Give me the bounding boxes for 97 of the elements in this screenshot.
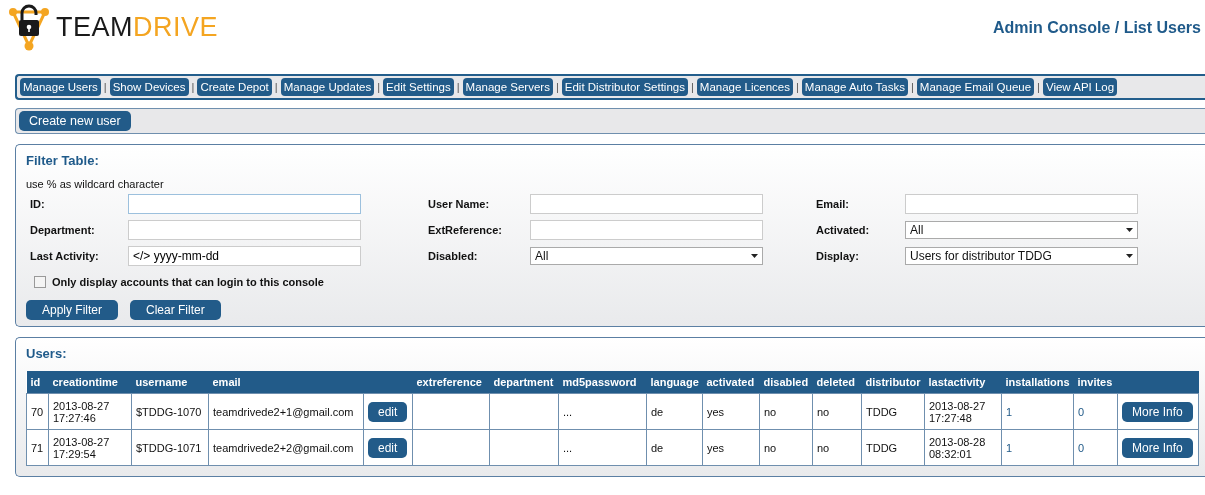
hint-text: use % as wildcard character xyxy=(26,178,165,190)
more-info-button[interactable]: More Info xyxy=(1122,437,1193,458)
text-field[interactable] xyxy=(128,194,361,214)
field-label: Email: xyxy=(816,198,850,210)
nav-button[interactable]: Create Depot xyxy=(197,78,272,96)
table-cell: yes xyxy=(702,393,760,430)
table-cell: teamdrivede2+1@gmail.com xyxy=(208,393,364,430)
dropdown[interactable]: All xyxy=(530,247,763,265)
table-cell: yes xyxy=(702,429,760,466)
panel-title: Users: xyxy=(26,346,68,361)
field-label: Display: xyxy=(816,250,860,262)
nav-button[interactable]: Manage Auto Tasks xyxy=(801,78,908,96)
count-link[interactable]: 1 xyxy=(1006,405,1013,418)
nav-button[interactable]: Manage Licences xyxy=(696,78,793,96)
separator: | xyxy=(377,81,381,93)
column-header: disabled xyxy=(759,371,813,394)
more-info-button[interactable]: More Info xyxy=(1122,401,1193,422)
nav-button[interactable]: Manage Users xyxy=(20,78,101,96)
nav-button[interactable]: Manage Updates xyxy=(280,78,375,96)
column-header: invites xyxy=(1073,371,1118,394)
column-header: email xyxy=(208,371,364,394)
table-cell: 71 xyxy=(26,429,49,466)
apply-filter-button[interactable]: Apply Filter xyxy=(26,300,119,320)
count-link[interactable]: 0 xyxy=(1078,405,1085,418)
field-label: Activated: xyxy=(816,224,871,236)
caret-icon xyxy=(751,254,758,258)
panel-title: Filter Table: xyxy=(26,153,100,168)
separator: | xyxy=(911,81,914,93)
separator: | xyxy=(690,81,694,93)
table-cell: no xyxy=(759,393,813,430)
separator: | xyxy=(795,81,799,93)
table-cell: $TDDG-1070 xyxy=(131,393,209,430)
column-header: extreference xyxy=(412,371,490,394)
table-cell: de xyxy=(646,429,703,466)
text-field[interactable]: </> yyyy-mm-dd xyxy=(128,246,361,266)
field-label: User Name: xyxy=(428,198,491,210)
nav-button[interactable]: Show Devices xyxy=(109,78,189,96)
nav-button[interactable]: Edit Settings xyxy=(383,78,454,96)
edit-button[interactable]: edit xyxy=(368,437,408,458)
table-cell: teamdrivede2+2@gmail.com xyxy=(208,429,364,466)
edit-button[interactable]: edit xyxy=(368,401,408,422)
table-cell: $TDDG-1071 xyxy=(131,429,209,466)
table-cell: TDDG xyxy=(861,393,925,430)
table-cell: ... xyxy=(558,393,647,430)
caret-icon xyxy=(1126,228,1133,232)
table-cell: 2013-08-27 17:27:46 xyxy=(48,393,132,430)
field-label: Disabled: xyxy=(428,250,479,262)
field-label: ExtReference: xyxy=(428,224,503,236)
caret-icon xyxy=(1126,254,1133,258)
logo-wordmark: TEAMDRIVE xyxy=(56,11,219,43)
field-label: ID: xyxy=(30,198,46,210)
table-cell: 2013-08-27 17:29:54 xyxy=(48,429,132,466)
table-cell: no xyxy=(812,429,862,466)
column-header: username xyxy=(131,371,209,394)
table-cell: no xyxy=(812,393,862,430)
separator: | xyxy=(274,81,278,93)
separator: | xyxy=(103,81,107,93)
column-header: activated xyxy=(702,371,760,394)
column-header: installations xyxy=(1001,371,1074,394)
text-field[interactable] xyxy=(530,194,763,214)
column-header: deleted xyxy=(812,371,862,394)
dropdown[interactable]: Users for distributor TDDG xyxy=(905,247,1138,265)
count-link[interactable]: 1 xyxy=(1006,441,1013,454)
column-header: department xyxy=(489,371,559,394)
column-header: id xyxy=(26,371,49,394)
table-cell: 70 xyxy=(26,393,49,430)
table-cell: no xyxy=(759,429,813,466)
separator: | xyxy=(555,81,559,93)
clear-filter-button[interactable]: Clear Filter xyxy=(130,300,221,320)
text-field[interactable] xyxy=(530,220,763,240)
field-label: Department: xyxy=(30,224,96,236)
separator: | xyxy=(1037,81,1040,93)
nav-button[interactable]: View API Log xyxy=(1042,78,1118,96)
table-cell: ... xyxy=(558,429,647,466)
column-header: lastactivity xyxy=(924,371,1002,394)
table-cell: de xyxy=(646,393,703,430)
column-header: language xyxy=(646,371,703,394)
column-header: creationtime xyxy=(48,371,132,394)
page-title: Admin Console / List Users xyxy=(992,19,1201,37)
table-cell: TDDG xyxy=(861,429,925,466)
column-header: distributor xyxy=(861,371,925,394)
checkbox[interactable] xyxy=(34,276,46,288)
nav-button[interactable]: Edit Distributor Settings xyxy=(561,78,688,96)
create-user-button[interactable]: Create new user xyxy=(19,111,131,131)
text-field[interactable] xyxy=(905,194,1138,214)
checkbox-label: Only display accounts that can login to this console xyxy=(52,276,324,288)
column-header: md5password xyxy=(558,371,647,394)
separator: | xyxy=(456,81,460,93)
table-cell: 2013-08-28 08:32:01 xyxy=(924,429,1002,466)
field-label: Last Activity: xyxy=(30,250,100,262)
nav-button[interactable]: Manage Servers xyxy=(462,78,553,96)
dropdown[interactable]: All xyxy=(905,221,1138,239)
nav-button[interactable]: Manage Email Queue xyxy=(916,78,1035,96)
table-cell: 2013-08-27 17:27:48 xyxy=(924,393,1002,430)
count-link[interactable]: 0 xyxy=(1078,441,1085,454)
text-field[interactable] xyxy=(128,220,361,240)
separator: | xyxy=(191,81,195,93)
